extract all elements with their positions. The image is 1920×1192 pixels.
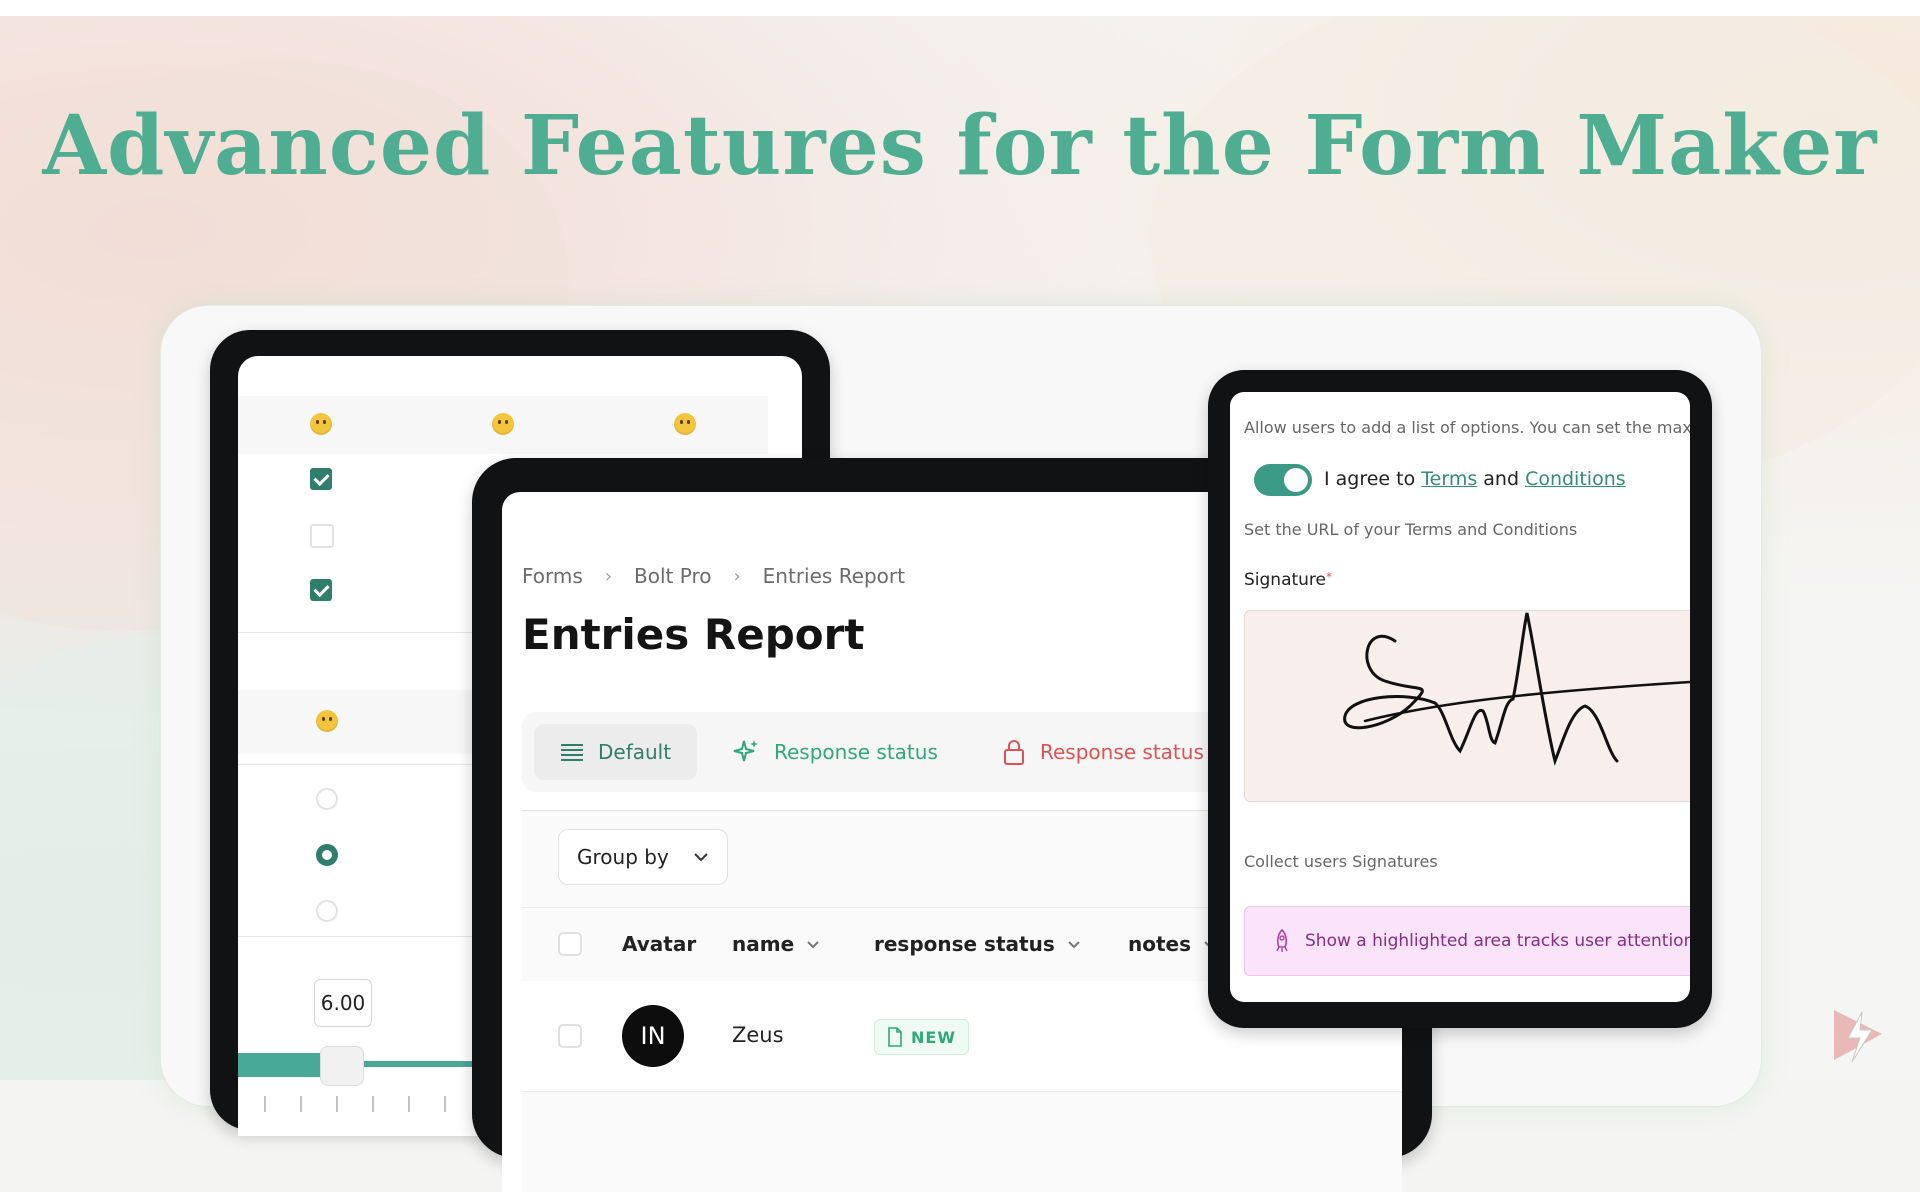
column-notes[interactable]: notes: [1128, 932, 1217, 956]
column-avatar[interactable]: Avatar: [622, 932, 696, 956]
slider-fill: [238, 1053, 323, 1077]
terms-link[interactable]: Terms: [1421, 468, 1477, 490]
chevron-down-icon: [694, 853, 708, 862]
agree-text: I agree to Terms and Conditions: [1324, 468, 1626, 490]
tab-response-status-lock[interactable]: Response status: [1002, 724, 1204, 780]
row-checkbox[interactable]: [558, 1024, 582, 1048]
chevron-down-icon: [1068, 940, 1080, 948]
lock-icon: [1004, 740, 1024, 765]
signature-pad[interactable]: [1244, 610, 1690, 802]
column-name-label: name: [732, 932, 795, 956]
hero-title: Advanced Features for the Form Maker: [42, 98, 1878, 194]
column-avatar-label: Avatar: [622, 932, 697, 956]
smiley-emoji-icon: [316, 710, 338, 732]
signature-label: Signature*: [1244, 570, 1332, 590]
slider-thumb[interactable]: [320, 1046, 364, 1086]
avatar: IN: [622, 1005, 684, 1067]
chevron-right-icon: ›: [733, 565, 741, 587]
cell-name: Zeus: [732, 1023, 784, 1047]
status-badge: NEW: [874, 1019, 969, 1055]
smiley-emoji-icon: [310, 413, 332, 435]
checkbox-unchecked[interactable]: [310, 524, 334, 548]
number-input[interactable]: 6.00: [314, 979, 372, 1027]
conditions-link[interactable]: Conditions: [1525, 468, 1626, 490]
signature-drawing: [1343, 612, 1690, 766]
terms-help-text: Set the URL of your Terms and Conditions: [1244, 520, 1578, 539]
chevron-down-icon: [807, 940, 819, 948]
breadcrumb-bolt-pro[interactable]: Bolt Pro: [634, 564, 711, 588]
radio-option-selected[interactable]: [316, 844, 338, 866]
agree-prefix: I agree to: [1324, 468, 1422, 490]
options-help-text: Allow users to add a list of options. Yo…: [1244, 418, 1690, 437]
required-mark: *: [1326, 570, 1333, 584]
tab-response-status-label: Response status: [1040, 740, 1204, 764]
tab-default-label: Default: [598, 740, 672, 764]
signature-label-text: Signature: [1244, 570, 1327, 590]
bolt-logo-icon: [1834, 1010, 1882, 1063]
right-tablet: Allow users to add a list of options. Yo…: [1208, 370, 1712, 1028]
select-all-checkbox[interactable]: [558, 932, 582, 956]
column-response-status[interactable]: response status: [874, 932, 1081, 956]
terms-toggle[interactable]: [1254, 464, 1312, 496]
checkbox-checked[interactable]: [310, 579, 332, 601]
smiley-emoji-icon: [492, 413, 514, 435]
document-icon: [888, 1027, 902, 1047]
column-response-status-label: response status: [874, 932, 1055, 956]
right-tablet-screen: Allow users to add a list of options. Yo…: [1230, 392, 1690, 1002]
sparkle-icon: [733, 740, 758, 762]
group-by-select[interactable]: Group by: [558, 829, 728, 885]
group-by-label: Group by: [577, 845, 669, 869]
column-notes-label: notes: [1128, 932, 1192, 956]
highlight-callout: Show a highlighted area tracks user atte…: [1244, 906, 1690, 976]
rocket-icon: [1276, 929, 1288, 952]
column-name[interactable]: name: [732, 932, 820, 956]
smiley-emoji-icon: [674, 413, 696, 435]
radio-option[interactable]: [316, 900, 338, 922]
tab-default[interactable]: Default: [534, 724, 698, 780]
top-bar: [0, 0, 1920, 16]
page-title: Entries Report: [522, 610, 865, 659]
tab-response-status-sparkle[interactable]: Response status: [732, 724, 938, 780]
breadcrumb-forms[interactable]: Forms: [522, 564, 583, 588]
agree-and: and: [1477, 468, 1526, 490]
collect-help-text: Collect users Signatures: [1244, 852, 1438, 871]
checkbox-checked[interactable]: [310, 468, 332, 490]
status-badge-label: NEW: [911, 1027, 956, 1047]
tab-response-status-label: Response status: [774, 740, 938, 764]
radio-option[interactable]: [316, 788, 338, 810]
breadcrumb-entries-report[interactable]: Entries Report: [763, 564, 905, 588]
highlight-text: Show a highlighted area tracks user atte…: [1305, 931, 1690, 951]
breadcrumb: Forms › Bolt Pro › Entries Report: [522, 564, 905, 588]
list-icon: [561, 744, 583, 761]
chevron-right-icon: ›: [604, 565, 613, 587]
